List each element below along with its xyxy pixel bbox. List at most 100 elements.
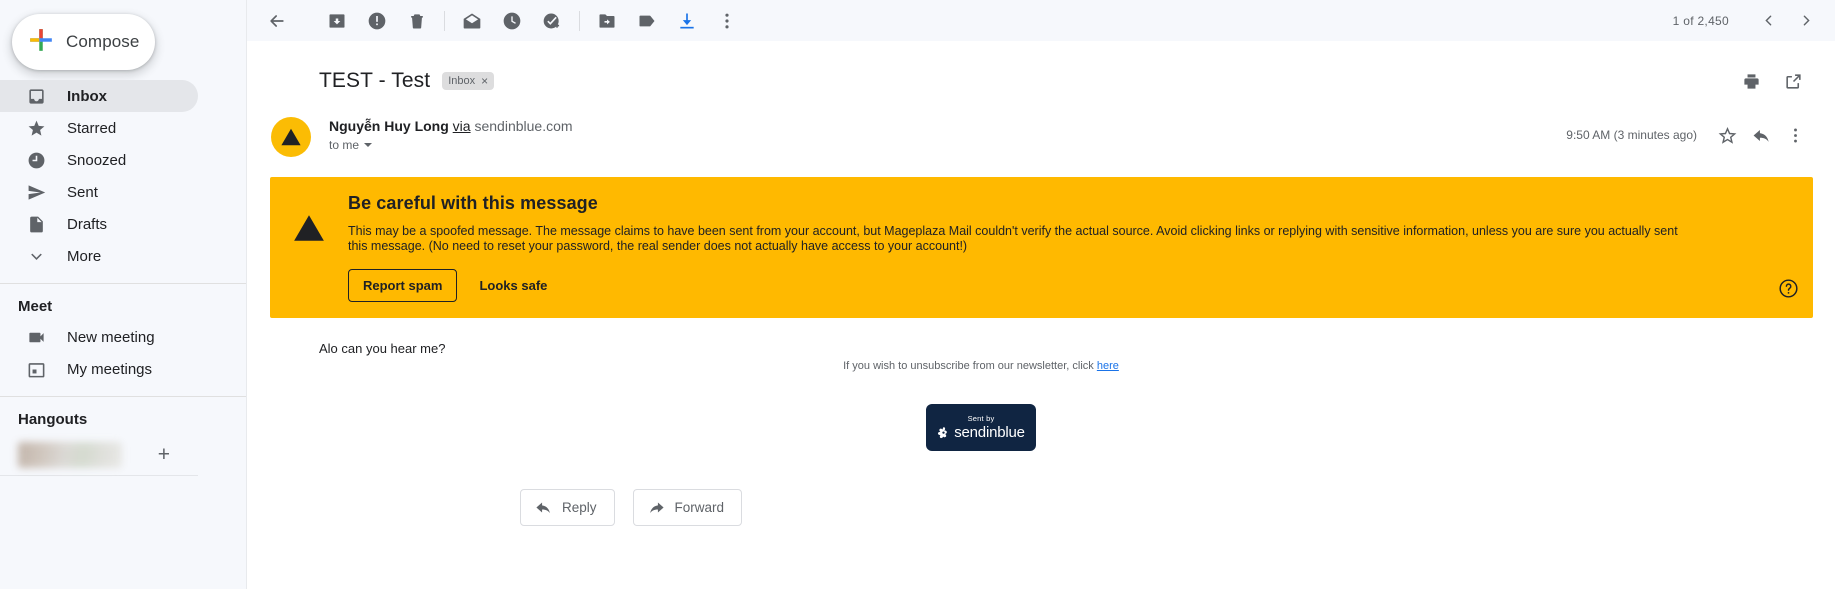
hangouts-profile-row[interactable]: + bbox=[0, 434, 198, 476]
help-circle-icon bbox=[1779, 279, 1798, 298]
sender-line: Nguyễn Huy Long via sendinblue.com bbox=[329, 117, 573, 135]
chevron-right-icon bbox=[1803, 15, 1810, 26]
snooze-button[interactable] bbox=[492, 1, 532, 41]
clock-icon bbox=[26, 150, 46, 170]
move-to-button[interactable] bbox=[587, 1, 627, 41]
spoof-warning-banner: Be careful with this message This may be… bbox=[270, 177, 1813, 318]
sender-info: Nguyễn Huy Long via sendinblue.com to me bbox=[329, 115, 573, 152]
print-button[interactable] bbox=[1733, 63, 1769, 99]
compose-button[interactable]: Compose bbox=[12, 14, 155, 70]
reading-pane: TEST - Test Inbox × Nguyễn Huy Long via … bbox=[247, 41, 1835, 589]
pager-count: 1 of 2,450 bbox=[1672, 13, 1729, 28]
unsubscribe-line: If you wish to unsubscribe from our news… bbox=[247, 360, 1835, 372]
star-outline-icon bbox=[1718, 126, 1736, 144]
banner-title: Be careful with this message bbox=[348, 193, 598, 213]
message-meta: 9:50 AM (3 minutes ago) bbox=[1566, 115, 1811, 151]
download-button[interactable] bbox=[667, 1, 707, 41]
document-icon bbox=[26, 214, 46, 234]
close-icon[interactable]: × bbox=[481, 75, 488, 87]
sidebar-nav: Inbox Starred Snoozed Sent Drafts More bbox=[0, 80, 246, 272]
reply-button-label: Reply bbox=[562, 500, 597, 515]
delete-button[interactable] bbox=[397, 1, 437, 41]
reply-button-header[interactable] bbox=[1745, 119, 1777, 151]
forward-icon bbox=[649, 502, 664, 514]
mark-unread-button[interactable] bbox=[452, 1, 492, 41]
back-button[interactable] bbox=[257, 1, 297, 41]
mail-icon bbox=[463, 13, 481, 28]
meet-section-title: Meet bbox=[18, 298, 53, 315]
sidebar-item-starred[interactable]: Starred bbox=[0, 112, 198, 144]
pager: 1 of 2,450 bbox=[1673, 4, 1835, 38]
send-icon bbox=[26, 182, 46, 202]
compose-label: Compose bbox=[66, 32, 140, 51]
banner-text: This may be a spoofed message. The messa… bbox=[348, 224, 1678, 253]
clock-icon bbox=[503, 12, 521, 29]
subject-row: TEST - Test Inbox × bbox=[247, 41, 1835, 99]
reply-button[interactable]: Reply bbox=[520, 489, 615, 526]
sidebar-item-more[interactable]: More bbox=[0, 240, 198, 272]
report-spam-button[interactable] bbox=[357, 1, 397, 41]
plus-icon bbox=[28, 27, 54, 58]
sidebar-item-inbox[interactable]: Inbox bbox=[0, 80, 198, 112]
sendinblue-brand: sendinblue bbox=[954, 424, 1025, 441]
sidebar-item-label: Starred bbox=[67, 119, 117, 137]
label-chip-text: Inbox bbox=[448, 74, 476, 87]
page-title: TEST - Test bbox=[319, 69, 431, 92]
more-vertical-icon bbox=[725, 13, 729, 28]
sendinblue-badge[interactable]: Sent by sendinblue bbox=[926, 404, 1036, 451]
sidebar-item-sent[interactable]: Sent bbox=[0, 176, 198, 208]
gmail-app: Compose Inbox Starred Snoozed Sent Draft… bbox=[0, 0, 1835, 589]
message-timestamp: 9:50 AM (3 minutes ago) bbox=[1566, 128, 1697, 142]
label-icon bbox=[639, 15, 655, 26]
sidebar-item-label: New meeting bbox=[67, 328, 155, 346]
message-body: Alo can you hear me? bbox=[319, 341, 446, 356]
forward-button-label: Forward bbox=[674, 500, 725, 515]
label-chip-inbox[interactable]: Inbox × bbox=[442, 72, 495, 90]
trash-icon bbox=[411, 13, 423, 28]
chevron-left-icon bbox=[1764, 15, 1771, 26]
sidebar-item-label: Snoozed bbox=[67, 151, 127, 169]
sidebar-item-new-meeting[interactable]: New meeting bbox=[0, 321, 198, 353]
more-options-button[interactable] bbox=[707, 1, 747, 41]
chevron-down-icon bbox=[364, 143, 373, 147]
star-message-button[interactable] bbox=[1711, 119, 1743, 151]
banner-body: Be careful with this message This may be… bbox=[330, 193, 1795, 302]
inbox-icon bbox=[26, 86, 46, 106]
archive-icon bbox=[329, 13, 345, 28]
open-in-new-window-button[interactable] bbox=[1775, 63, 1811, 99]
sidebar-item-drafts[interactable]: Drafts bbox=[0, 208, 198, 240]
print-icon bbox=[1743, 73, 1759, 89]
archive-button[interactable] bbox=[317, 1, 357, 41]
labels-button[interactable] bbox=[627, 1, 667, 41]
message-toolbar: 1 of 2,450 bbox=[247, 0, 1835, 41]
subject-actions bbox=[1733, 63, 1811, 99]
sendinblue-pinwheel-icon bbox=[938, 427, 948, 439]
report-spam-banner-button[interactable]: Report spam bbox=[348, 269, 458, 302]
pager-prev-button[interactable] bbox=[1751, 4, 1785, 38]
toolbar-separator-1 bbox=[444, 10, 445, 31]
toolbar-separator-2 bbox=[579, 10, 580, 31]
via-label[interactable]: via bbox=[453, 118, 471, 134]
looks-safe-button[interactable]: Looks safe bbox=[465, 270, 561, 301]
sender-domain: sendinblue.com bbox=[474, 118, 573, 134]
hangouts-add-button[interactable]: + bbox=[158, 444, 170, 465]
sender-row: Nguyễn Huy Long via sendinblue.com to me… bbox=[247, 99, 1835, 157]
forward-button[interactable]: Forward bbox=[632, 489, 743, 526]
more-vertical-icon bbox=[1793, 128, 1797, 142]
unsubscribe-text: If you wish to unsubscribe from our news… bbox=[843, 360, 1097, 372]
hangouts-section-title: Hangouts bbox=[18, 411, 88, 428]
sidebar-item-label: Inbox bbox=[67, 87, 107, 105]
add-to-tasks-button[interactable] bbox=[532, 1, 572, 41]
unsubscribe-link[interactable]: here bbox=[1097, 360, 1119, 372]
folder-move-icon bbox=[599, 13, 615, 28]
pager-next-button[interactable] bbox=[1789, 4, 1823, 38]
recipient-toggle[interactable]: to me bbox=[329, 138, 573, 152]
footer-actions: Reply Forward bbox=[247, 451, 1835, 526]
sidebar-item-snoozed[interactable]: Snoozed bbox=[0, 144, 198, 176]
open-in-new-icon bbox=[1785, 73, 1801, 89]
sidebar-item-my-meetings[interactable]: My meetings bbox=[0, 353, 198, 385]
banner-help-button[interactable] bbox=[1778, 278, 1799, 304]
add-task-icon bbox=[543, 13, 560, 28]
chevron-down-icon bbox=[26, 246, 46, 266]
message-more-button[interactable] bbox=[1779, 119, 1811, 151]
